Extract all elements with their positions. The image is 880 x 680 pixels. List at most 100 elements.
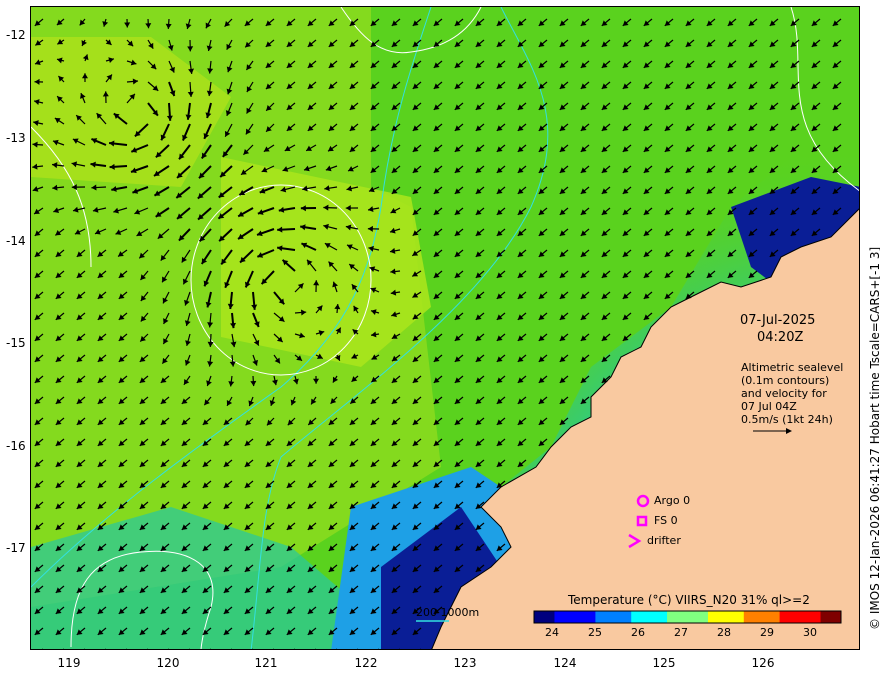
colorbar-tick: 25 (588, 626, 602, 639)
colorbar-segment (697, 611, 704, 623)
colorbar-segment (534, 611, 540, 623)
colorbar-segment (728, 611, 735, 623)
colorbar-segment (585, 611, 591, 623)
colorbar-segment (580, 611, 586, 623)
colorbar-segment (559, 611, 566, 623)
colorbar-segment (738, 611, 745, 623)
lat-tick: -12 (6, 28, 26, 42)
colorbar-segment (631, 611, 637, 623)
colorbar-segment (544, 611, 550, 623)
colorbar-segment (789, 611, 796, 623)
colorbar-segment (569, 611, 576, 623)
lon-tick: 122 (354, 656, 378, 670)
colorbar-segment (692, 611, 699, 623)
colorbar-segment (718, 611, 724, 623)
colorbar-gradient (533, 610, 842, 624)
time-label: 04:20Z (757, 330, 804, 345)
info-line: and velocity for (741, 387, 827, 400)
colorbar-segment (651, 611, 658, 623)
colorbar-segment (769, 611, 775, 623)
colorbar-tick: 24 (545, 626, 559, 639)
colorbar-segment (794, 611, 801, 623)
lat-tick: -13 (6, 131, 26, 145)
lon-tick: 125 (652, 656, 676, 670)
colorbar-segment (759, 611, 765, 623)
lon-tick: 120 (156, 656, 180, 670)
colorbar-segment (605, 611, 612, 623)
colorbar-segment (646, 611, 653, 623)
colorbar-segment (825, 611, 832, 623)
colorbar-segment (554, 611, 561, 623)
lon-tick: 119 (57, 656, 81, 670)
colorbar-segment (754, 611, 760, 623)
colorbar-segment (661, 611, 668, 623)
info-line: 07 Jul 04Z (741, 400, 797, 413)
velocity-arrow (399, 648, 400, 649)
colorbar-segment (610, 611, 617, 623)
lon-tick: 121 (254, 656, 278, 670)
lon-tick: 123 (453, 656, 477, 670)
velocity-arrow (105, 648, 106, 649)
velocity-arrow (294, 648, 295, 649)
velocity-arrow (126, 648, 127, 649)
colorbar-segment (733, 611, 740, 623)
colorbar-segment (539, 611, 545, 623)
colorbar-segment (774, 611, 781, 623)
velocity-arrow (378, 648, 379, 649)
colorbar-segment (574, 611, 581, 623)
velocity-arrow (168, 648, 169, 649)
scalebar-label: 200 1000m (416, 606, 480, 619)
colorbar-segment (682, 611, 688, 623)
velocity-arrow (189, 648, 190, 649)
lon-tick: 124 (553, 656, 577, 670)
colorbar-segment (641, 611, 648, 623)
colorbar-title: Temperature (°C) VIIRS_N20 31% ql>=2 (568, 593, 810, 607)
colorbar-segment (549, 611, 555, 623)
colorbar-segment (800, 611, 806, 623)
colorbar-segment (805, 611, 811, 623)
colorbar-segment (672, 611, 678, 623)
fs-label: FS 0 (654, 514, 678, 527)
credit-text: © IMOS 12-Jan-2026 06:41:27 Hobart time … (868, 246, 880, 630)
colorbar-segment (764, 611, 770, 623)
velocity-arrow (315, 648, 316, 649)
colorbar-segment (743, 611, 750, 623)
colorbar-segment (626, 611, 632, 623)
velocity-arrow (231, 648, 232, 649)
velocity-arrow (63, 648, 64, 649)
velocity-arrow (84, 648, 85, 649)
colorbar-segment (615, 611, 622, 623)
colorbar-segment (830, 611, 837, 623)
map-canvas (31, 7, 859, 649)
velocity-arrow (420, 648, 421, 649)
colorbar-tick: 26 (631, 626, 645, 639)
lat-tick: -15 (6, 336, 26, 350)
colorbar-segment (748, 611, 755, 623)
velocity-arrow (357, 648, 358, 649)
velocity-arrow (210, 648, 211, 649)
drifter-label: drifter (647, 534, 681, 547)
colorbar-tick: 30 (803, 626, 817, 639)
colorbar-segment (595, 611, 602, 623)
colorbar-tick: 28 (717, 626, 731, 639)
velocity-arrow (273, 648, 274, 649)
velocity-arrow (147, 648, 148, 649)
lat-tick: -14 (6, 234, 26, 248)
date-label: 07-Jul-2025 (740, 313, 816, 328)
colorbar-segment (784, 611, 791, 623)
info-line: Altimetric sealevel (741, 361, 844, 374)
colorbar-segment (687, 611, 694, 623)
colorbar-segment (707, 611, 714, 623)
colorbar-segment (820, 611, 827, 623)
colorbar-tick: 29 (760, 626, 774, 639)
colorbar-segment (656, 611, 663, 623)
colorbar-segment (564, 611, 571, 623)
info-line: (0.1m contours) (741, 374, 830, 387)
sst-map[interactable] (30, 6, 860, 650)
lat-tick: -16 (6, 439, 26, 453)
argo-label: Argo 0 (654, 494, 691, 507)
colorbar-segment (702, 611, 709, 623)
colorbar-segment (815, 611, 822, 623)
info-line: 0.5m/s (1kt 24h) (741, 413, 833, 426)
colorbar-segment (590, 611, 596, 623)
